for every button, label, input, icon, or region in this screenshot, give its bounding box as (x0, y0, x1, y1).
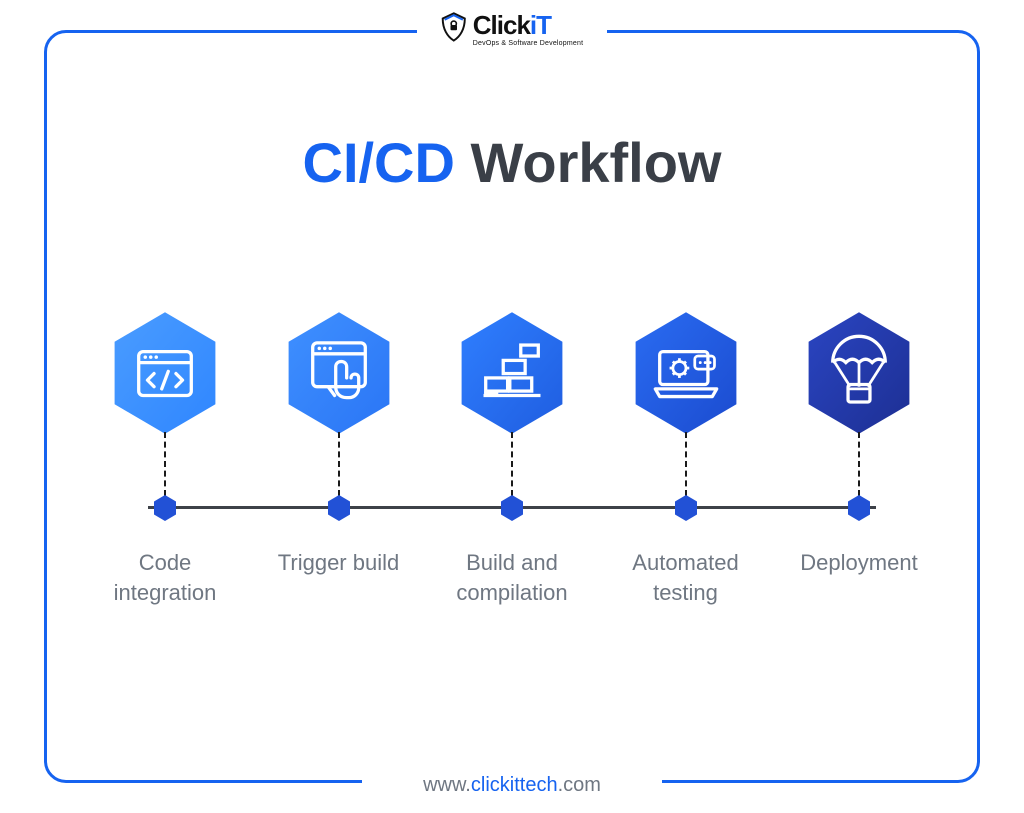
connector-dash (164, 432, 166, 496)
touch-icon (284, 310, 394, 436)
step-code-integration: Code integration (90, 310, 240, 607)
step-build-compilation: Build and compilation (437, 310, 587, 607)
brand-name-part1: Click (473, 10, 530, 40)
step-label: Deployment (800, 548, 917, 578)
step-deployment: Deployment (784, 310, 934, 607)
step-trigger-build: Trigger build (264, 310, 414, 607)
step-label: Code integration (90, 548, 240, 607)
workflow-steps: Code integration Trigger build (90, 310, 934, 607)
timeline-node (674, 494, 698, 522)
code-icon (110, 310, 220, 436)
diagram-canvas: ClickiT DevOps & Software Development CI… (0, 0, 1024, 813)
connector-dash (858, 432, 860, 496)
timeline-node (327, 494, 351, 522)
title-emphasis: CI/CD (303, 131, 455, 194)
url-suffix: .com (558, 774, 601, 796)
brand-wordmark: ClickiT (473, 12, 583, 38)
connector-dash (685, 432, 687, 496)
brand-tagline: DevOps & Software Development (473, 40, 583, 47)
brand-logo: ClickiT DevOps & Software Development (441, 12, 583, 47)
step-automated-testing: Automated testing (611, 310, 761, 607)
step-label: Automated testing (611, 548, 761, 607)
diagram-title: CI/CD Workflow (0, 130, 1024, 195)
step-label: Trigger build (278, 548, 399, 578)
timeline-node (500, 494, 524, 522)
laptop-gear-icon (631, 310, 741, 436)
shield-lock-icon (441, 12, 467, 42)
connector-dash (338, 432, 340, 496)
url-domain: clickittech (471, 774, 558, 796)
bricks-icon (457, 310, 567, 436)
step-label: Build and compilation (437, 548, 587, 607)
timeline-node (847, 494, 871, 522)
parachute-icon (804, 310, 914, 436)
timeline-node (153, 494, 177, 522)
connector-dash (511, 432, 513, 496)
footer-url: www.clickittech.com (0, 774, 1024, 797)
url-prefix: www. (423, 774, 471, 796)
brand-name-part2: iT (530, 10, 551, 40)
title-rest: Workflow (455, 131, 722, 194)
